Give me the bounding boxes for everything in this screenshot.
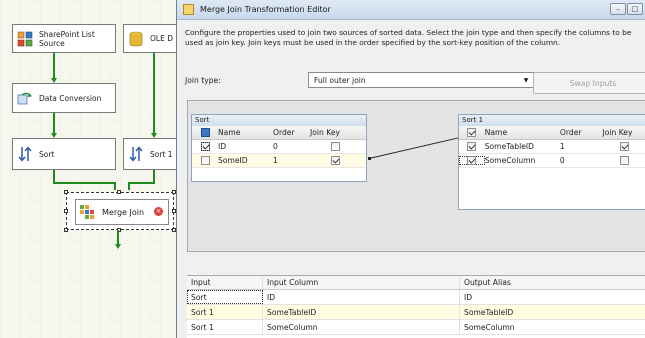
- path-merge-output[interactable]: [117, 230, 119, 245]
- minimize-button[interactable]: –: [610, 3, 626, 15]
- table-row[interactable]: SomeTableID 1: [459, 140, 645, 154]
- input-column-cell[interactable]: SomeTableID: [263, 305, 460, 319]
- maximize-button[interactable]: □: [627, 3, 643, 15]
- sort-component[interactable]: Sort: [12, 138, 116, 170]
- dialog-titlebar[interactable]: Merge Join Transformation Editor – □: [177, 0, 645, 20]
- column-name: SomeColumn: [484, 156, 536, 165]
- join-link-line[interactable]: [369, 137, 460, 159]
- chevron-down-icon[interactable]: ▼: [519, 73, 533, 87]
- col-name-header: Name: [484, 128, 508, 137]
- column-order: 0: [559, 156, 565, 165]
- input-cell[interactable]: Sort 1: [187, 305, 263, 319]
- path-arrowhead: [51, 78, 57, 83]
- column-order: 1: [559, 142, 565, 151]
- select-all-checkbox[interactable]: [200, 128, 210, 137]
- sharepoint-list-source[interactable]: SharePoint List Source: [12, 24, 116, 53]
- path-sharepoint-to-conversion[interactable]: [53, 53, 55, 79]
- join-type-value: Full outer join: [314, 75, 366, 85]
- output-alias-cell[interactable]: SomeTableID: [460, 305, 645, 319]
- column-order: 0: [273, 142, 278, 151]
- left-input-table[interactable]: Sort Name Order Join Key ID 0 SomeID 1: [191, 114, 367, 182]
- dialog-title: Merge Join Transformation Editor: [200, 5, 331, 14]
- path-arrowhead: [151, 133, 157, 138]
- path-sort-to-merge[interactable]: [53, 182, 115, 184]
- right-table-column-headers: Name Order Join Key: [459, 126, 645, 140]
- row-checkbox[interactable]: [200, 156, 210, 165]
- grid-header-row: Input Input Column Output Alias: [187, 276, 645, 290]
- input-column-cell[interactable]: SomeColumn: [263, 320, 460, 334]
- left-table-title: Sort: [192, 115, 366, 126]
- table-row[interactable]: Sort 1 SomeColumn SomeColumn: [187, 320, 645, 335]
- data-conversion-label: Data Conversion: [39, 93, 102, 103]
- output-alias-cell[interactable]: ID: [460, 290, 645, 304]
- input-column-header: Input Column: [263, 276, 460, 289]
- dialog-description: Configure the properties used to join tw…: [185, 28, 632, 47]
- input-header: Input: [187, 276, 263, 289]
- column-name: SomeID: [218, 156, 248, 165]
- table-row[interactable]: SomeColumn 0: [459, 154, 645, 168]
- column-name: ID: [218, 142, 227, 151]
- dialog-app-icon: [183, 4, 194, 15]
- error-icon[interactable]: ×: [154, 207, 163, 216]
- merge-join-label: Merge Join: [102, 207, 145, 217]
- table-row[interactable]: SomeID 1: [192, 154, 366, 168]
- merge-join-icon: [79, 204, 95, 220]
- table-row[interactable]: Sort ID ID: [187, 290, 645, 305]
- input-column-cell[interactable]: ID: [263, 290, 460, 304]
- join-key-checkbox[interactable]: [330, 156, 340, 165]
- database-icon: [128, 31, 144, 47]
- path-arrowhead: [51, 133, 57, 138]
- sort-icon: [17, 146, 33, 162]
- path-sort1-to-merge[interactable]: [128, 182, 155, 184]
- path-sort-to-merge[interactable]: [114, 182, 116, 190]
- join-type-label: Join type:: [185, 76, 221, 85]
- column-mapping-area[interactable]: Sort Name Order Join Key ID 0 SomeID 1 S…: [187, 100, 645, 252]
- swap-inputs-button[interactable]: Swap Inputs: [533, 72, 645, 94]
- sort-label: Sort: [39, 149, 55, 159]
- data-conversion-icon: [17, 90, 33, 106]
- sort-1-label: Sort 1: [150, 149, 173, 159]
- path-ole-to-sort1[interactable]: [153, 53, 155, 134]
- output-columns-grid[interactable]: Input Input Column Output Alias Sort ID …: [187, 275, 645, 338]
- path-arrowhead: [115, 244, 121, 249]
- join-key-checkbox[interactable]: [330, 142, 340, 151]
- ole-db-component[interactable]: OLE D: [123, 24, 183, 53]
- join-link-endpoint: [368, 157, 371, 160]
- input-cell[interactable]: Sort: [187, 290, 263, 304]
- table-row[interactable]: Sort 1 SomeTableID SomeTableID: [187, 305, 645, 320]
- path-sort1-to-merge[interactable]: [128, 182, 130, 190]
- sort-1-icon: [128, 146, 144, 162]
- join-key-checkbox[interactable]: [619, 142, 629, 151]
- column-order: 1: [273, 156, 278, 165]
- input-cell[interactable]: Sort 1: [187, 320, 263, 334]
- output-alias-header: Output Alias: [464, 278, 511, 287]
- col-order-header: Order: [559, 128, 582, 137]
- ole-db-label: OLE D: [150, 34, 173, 43]
- output-alias-cell[interactable]: SomeColumn: [460, 320, 645, 334]
- join-key-checkbox[interactable]: [619, 156, 629, 165]
- col-joinkey-header: Join Key: [602, 128, 633, 137]
- sort-1-component[interactable]: Sort 1: [123, 138, 183, 170]
- merge-join-editor-dialog: Merge Join Transformation Editor – □ Con…: [176, 0, 645, 338]
- table-row[interactable]: ID 0: [192, 140, 366, 154]
- join-type-select[interactable]: Full outer join ▼: [308, 72, 534, 88]
- col-name-header: Name: [218, 128, 241, 137]
- select-all-checkbox[interactable]: [467, 128, 477, 137]
- row-checkbox[interactable]: [200, 142, 210, 151]
- row-checkbox[interactable]: [467, 142, 477, 151]
- data-conversion[interactable]: Data Conversion: [12, 83, 116, 113]
- col-joinkey-header: Join Key: [310, 128, 340, 137]
- sharepoint-source-label: SharePoint List Source: [39, 29, 95, 48]
- path-conversion-to-sort[interactable]: [53, 113, 55, 134]
- right-input-table[interactable]: Sort 1 Name Order Join Key SomeTableID 1…: [458, 114, 645, 210]
- sharepoint-source-icon: [17, 31, 33, 47]
- left-table-column-headers: Name Order Join Key: [192, 126, 366, 140]
- row-checkbox[interactable]: [467, 156, 477, 165]
- merge-join-component[interactable]: Merge Join ×: [64, 190, 176, 232]
- right-table-title: Sort 1: [459, 115, 645, 126]
- column-name: SomeTableID: [484, 142, 534, 151]
- col-order-header: Order: [273, 128, 295, 137]
